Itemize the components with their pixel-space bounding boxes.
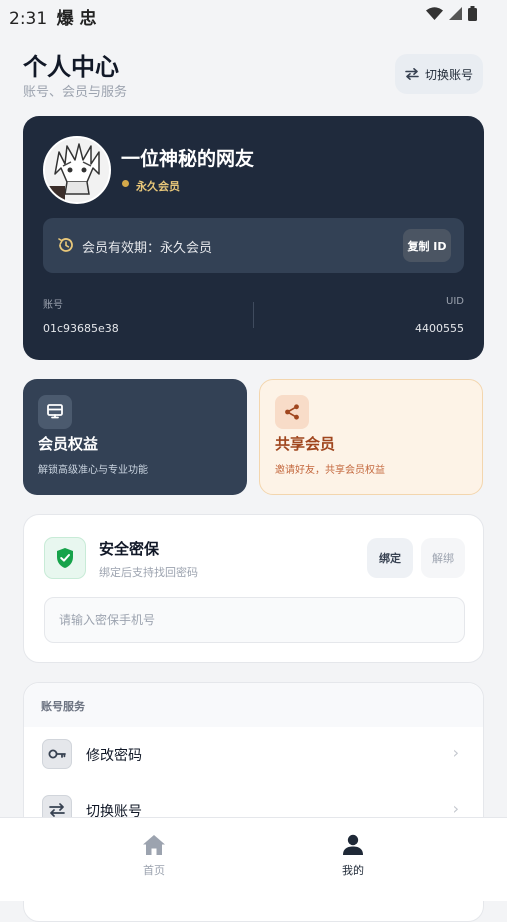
share-icon-box [275, 395, 309, 429]
bind-button[interactable]: 绑定 [367, 538, 413, 578]
vip-dot-icon [122, 180, 129, 187]
unbind-button[interactable]: 解绑 [421, 538, 465, 578]
copy-id-button[interactable]: 复制 ID [403, 229, 451, 262]
status-time: 2:31 爆 忠 [9, 9, 97, 29]
validity-text: 会员有效期：永久会员 [82, 241, 213, 256]
services-header: 账号服务 [24, 683, 483, 727]
bottom-nav: 首页 我的 [0, 817, 507, 901]
swap-icon [49, 803, 65, 817]
security-title: 安全密保 [99, 540, 160, 558]
member-benefits-card[interactable]: 会员权益 解锁高级准心与专业功能 [23, 379, 247, 495]
nav-mine-label: 我的 [342, 864, 364, 877]
shield-icon-box [44, 537, 86, 579]
avatar[interactable] [43, 136, 111, 204]
profile-card: 一位神秘的网友 永久会员 会员有效期：永久会员 复制 ID 账号 01c9368… [23, 116, 484, 360]
account-label: 账号 [43, 300, 63, 311]
membership-validity: 会员有效期：永久会员 复制 ID [43, 218, 464, 273]
share-membership-card[interactable]: 共享会员 邀请好友，共享会员权益 [259, 379, 483, 495]
battery-icon [468, 6, 477, 21]
nickname: 一位神秘的网友 [121, 148, 255, 170]
switch-account-label: 切换账号 [424, 67, 473, 82]
user-icon [343, 834, 363, 855]
wifi-icon [426, 7, 443, 20]
home-icon [143, 835, 165, 855]
page-subtitle: 账号、会员与服务 [23, 85, 128, 100]
swap-icon [405, 68, 419, 80]
history-icon [58, 238, 73, 252]
member-benefits-icon-box [38, 395, 72, 429]
member-benefits-title: 会员权益 [38, 435, 99, 453]
share-membership-subtitle: 邀请好友，共享会员权益 [275, 465, 385, 476]
switch-account-button[interactable]: 切换账号 [395, 54, 483, 94]
security-card: 安全密保 绑定后支持找回密码 绑定 解绑 [23, 514, 484, 663]
card-divider [253, 302, 254, 328]
shield-icon [57, 548, 73, 568]
key-icon [48, 749, 66, 759]
page-title: 个人中心 [23, 53, 119, 81]
member-benefits-subtitle: 解锁高级准心与专业功能 [38, 465, 148, 476]
key-icon-box [42, 739, 72, 769]
card-icon [47, 404, 63, 419]
services-title: 账号服务 [41, 700, 85, 713]
status-icons [426, 6, 477, 21]
share-icon [285, 404, 299, 420]
signal-icon [449, 7, 462, 20]
status-bar: 2:31 爆 忠 [0, 0, 507, 30]
share-membership-title: 共享会员 [275, 435, 336, 453]
nav-home[interactable]: 首页 [114, 834, 194, 878]
vip-badge: 永久会员 [136, 180, 180, 193]
nav-home-label: 首页 [143, 864, 165, 877]
change-password-row[interactable]: 修改密码 › [24, 727, 483, 783]
security-phone-input[interactable] [44, 597, 465, 643]
uid-value: 4400555 [415, 322, 464, 335]
chevron-right-icon: › [452, 799, 459, 818]
account-value: 01c93685e38 [43, 322, 119, 335]
avatar-illustration [45, 138, 109, 202]
chevron-right-icon: › [452, 743, 459, 762]
nav-mine[interactable]: 我的 [313, 834, 393, 878]
service-label: 修改密码 [86, 748, 142, 764]
security-subtitle: 绑定后支持找回密码 [99, 566, 198, 579]
uid-label: UID [446, 296, 464, 307]
status-app-glyphs: 爆 忠 [56, 9, 97, 29]
